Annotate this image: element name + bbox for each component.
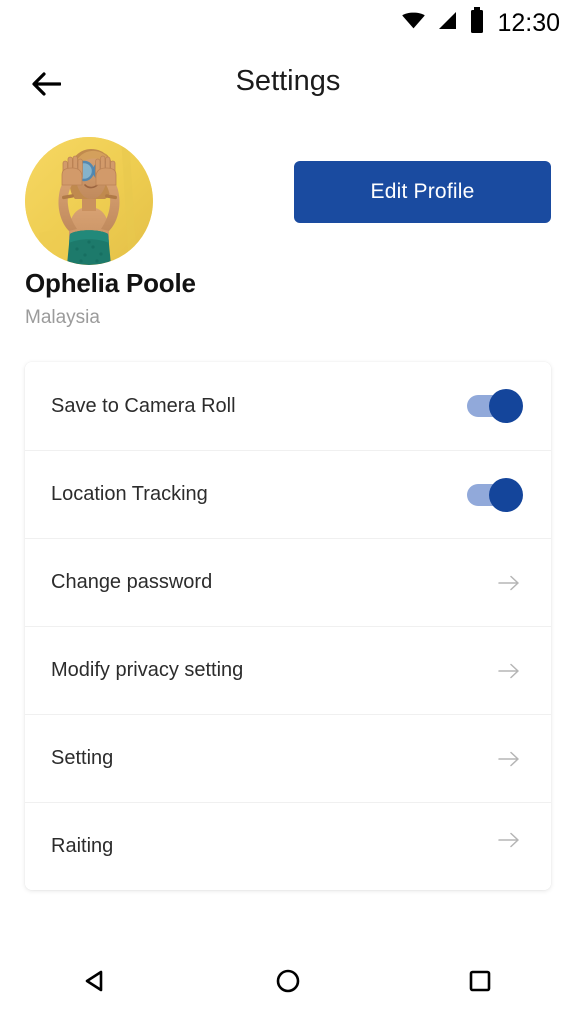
cellular-signal-icon [436,9,460,38]
status-bar: 12:30 [0,0,576,46]
status-time: 12:30 [497,8,560,37]
android-nav-bar [0,940,576,1024]
settings-row-save-to-camera-roll[interactable]: Save to Camera Roll [25,362,551,450]
settings-row-setting[interactable]: Setting [25,714,551,802]
toggle-save-to-camera-roll[interactable] [467,389,523,423]
settings-row-change-password[interactable]: Change password [25,538,551,626]
settings-card: Save to Camera Roll Location Tracking Ch… [25,362,551,890]
row-label: Raiting [51,835,114,857]
page-title: Settings [235,65,341,97]
toggle-knob [489,477,523,512]
row-label: Modify privacy setting [51,659,244,681]
nav-recents-square-icon [465,966,495,999]
settings-row-location-tracking[interactable]: Location Tracking [25,450,551,538]
nav-recents-button[interactable] [445,952,515,1012]
user-location: Malaysia [25,307,100,328]
avatar [25,137,153,265]
nav-home-circle-icon [273,966,303,999]
nav-home-button[interactable] [253,952,323,1012]
battery-icon [469,7,485,39]
arrow-right-icon [497,659,521,683]
arrow-right-icon [497,747,521,771]
toggle-location-tracking[interactable] [467,477,523,512]
nav-back-triangle-icon [81,966,111,999]
settings-row-raiting[interactable]: Raiting [25,802,551,890]
settings-screen: 12:30 Settings Edit Profile Ophelia Pool… [0,0,576,1024]
edit-profile-button[interactable]: Edit Profile [294,161,551,223]
profile-section: Edit Profile Ophelia Poole Malaysia [0,137,576,337]
row-label: Save to Camera Roll [51,394,236,417]
toggle-knob [489,389,523,423]
user-name: Ophelia Poole [25,268,196,298]
row-label: Setting [51,747,114,769]
arrow-right-icon [497,571,521,595]
row-label: Location Tracking [51,483,208,505]
wifi-icon [400,7,427,39]
nav-back-button[interactable] [61,952,131,1012]
row-label: Change password [51,571,213,593]
arrow-right-icon [497,828,521,852]
settings-row-modify-privacy-setting[interactable]: Modify privacy setting [25,626,551,714]
header: Settings [0,55,576,115]
